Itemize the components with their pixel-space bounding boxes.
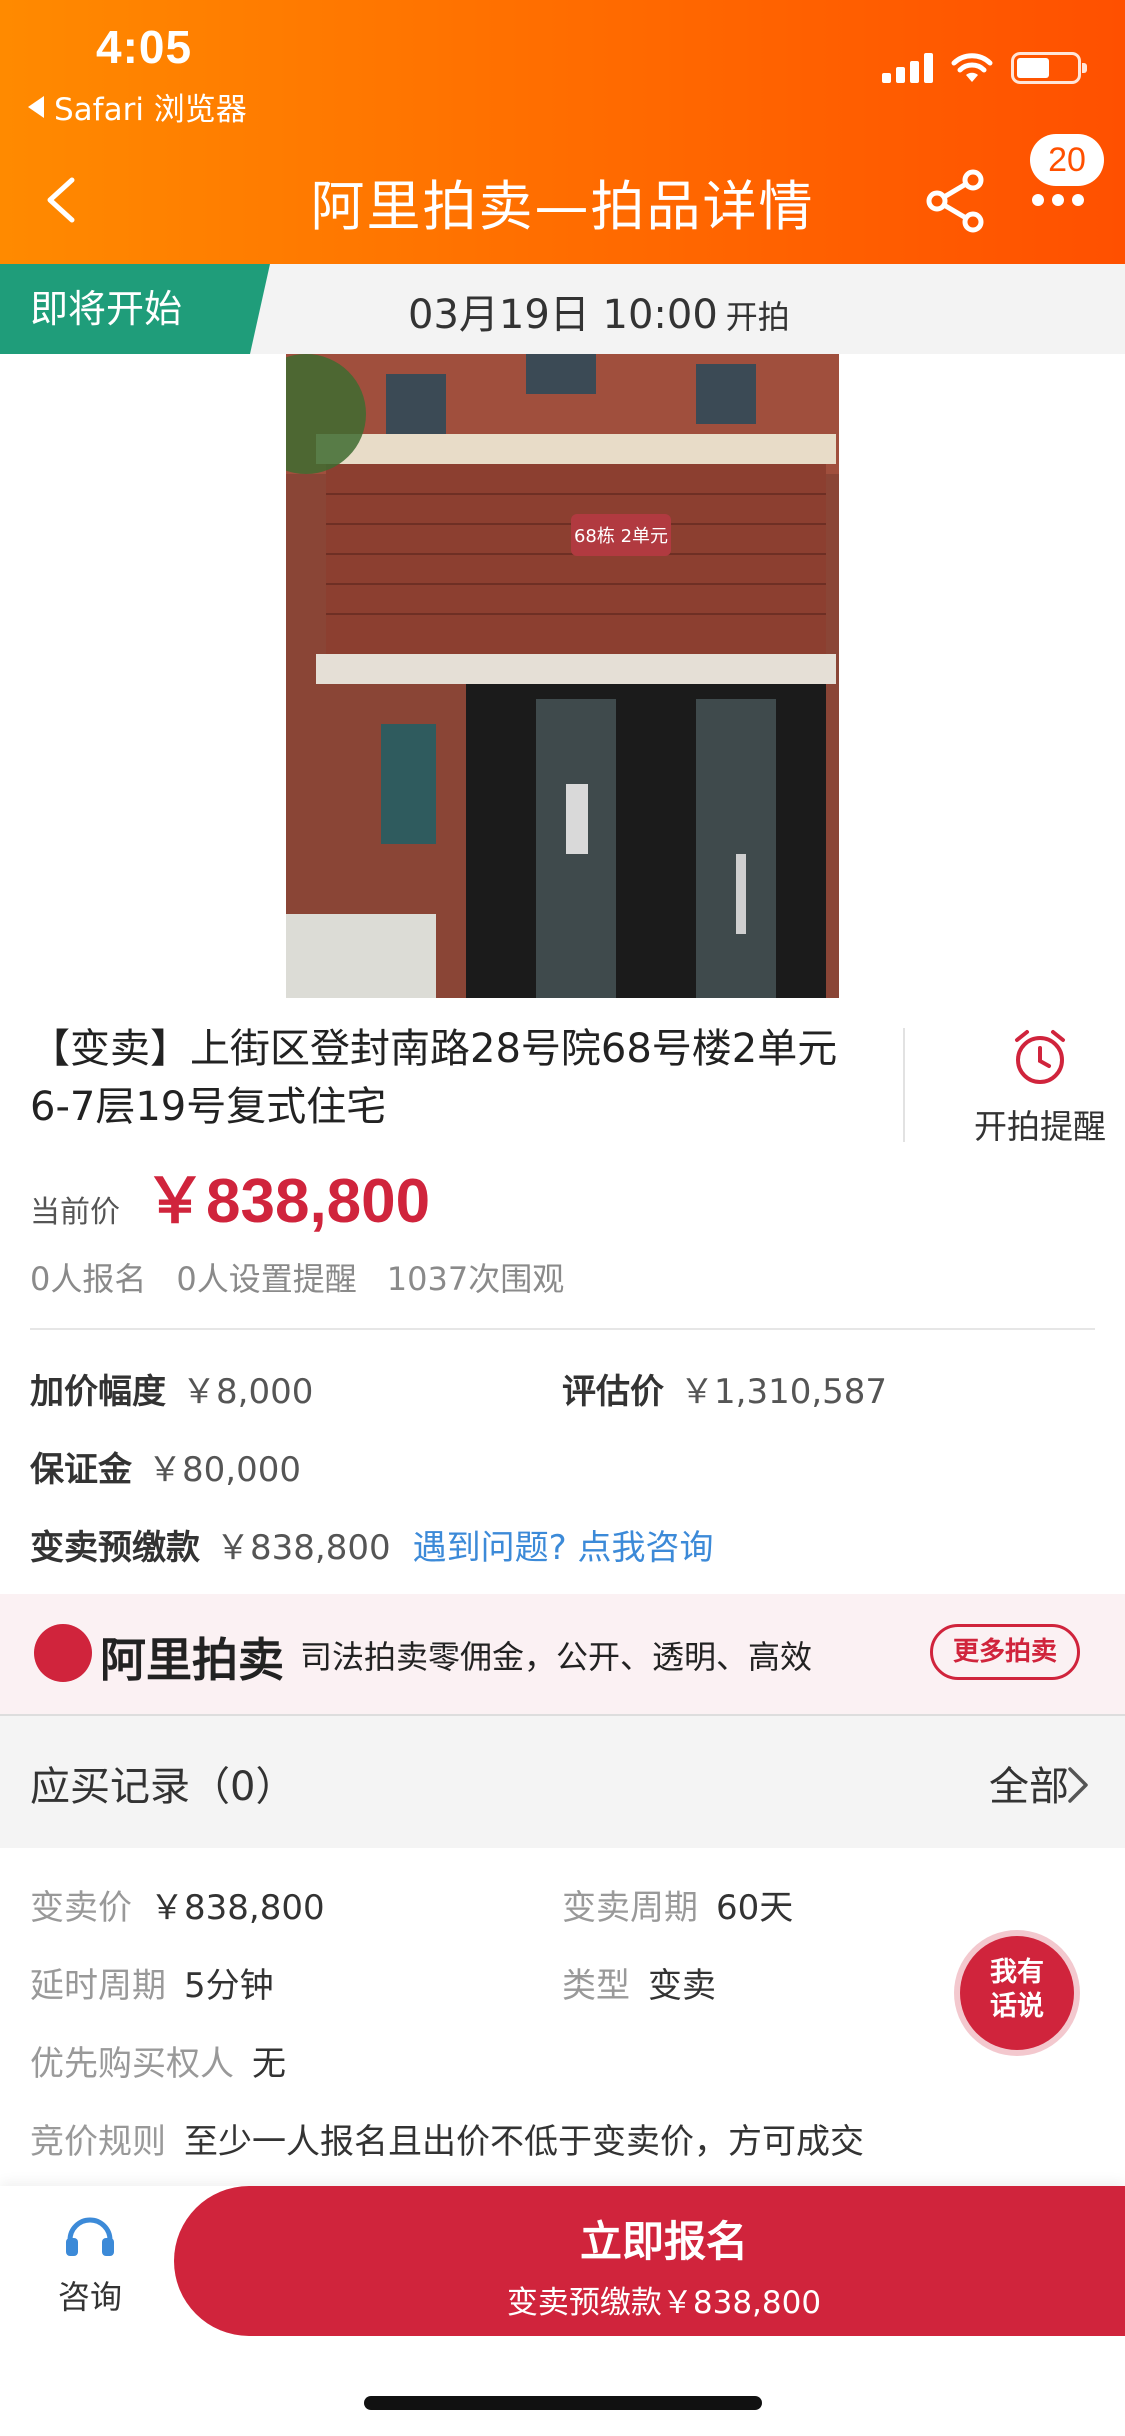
prepay-row: 变卖预缴款 ￥838,800 遇到问题? 点我咨询 [30,1520,713,1569]
start-time: 03月19日 10:00 开拍 [408,282,790,340]
sale-price-row: 变卖价 ￥838,800 [30,1880,325,1929]
appraisal-label: 评估价 [562,1372,664,1412]
feedback-line2: 话说 [990,1991,1044,2022]
start-time-value: 03月19日 10:00 [408,292,718,338]
view-all-link[interactable]: 全部 [989,1754,1069,1812]
delay-value: 5分钟 [184,1966,274,2006]
wifi-icon [951,53,993,82]
start-reminder-button[interactable]: 开拍提醒 [960,1026,1120,1148]
auction-status-bar: 即将开始 03月19日 10:00 开拍 [0,264,1125,354]
signup-count: 0人报名 [30,1260,147,1298]
type-value: 变卖 [648,1966,716,2006]
feedback-floating-button[interactable]: 我有 话说 [960,1936,1074,2050]
sale-price-label: 变卖价 [30,1888,132,1928]
increment-value: ￥8,000 [182,1372,314,1412]
more-auctions-button[interactable]: 更多拍卖 [930,1624,1080,1680]
current-price-label: 当前价 [30,1195,120,1230]
nav-bar: 阿里拍卖—拍品详情 [0,140,1125,260]
status-icons [882,52,1087,84]
priority-row: 优先购买权人无 [30,2036,286,2085]
bid-records-label: 应买记录（0） [30,1764,296,1810]
sale-period-row: 变卖周期 60天 [562,1880,793,1929]
sign-up-label: 立即报名 [579,2217,748,2266]
current-price: 当前价 ￥838,800 [30,1150,430,1240]
current-price-value: ￥838,800 [144,1167,431,1236]
more-options-icon[interactable] [1030,190,1086,210]
sign-up-deposit: 变卖预缴款￥838,800 [506,2285,822,2321]
building-image: 68栋 2单元 [286,354,839,998]
appraisal-row: 评估价 ￥1,310,587 [562,1364,887,1413]
reminder-label: 开拍提醒 [974,1107,1106,1146]
bid-rule-label: 竞价规则 [30,2122,166,2162]
sale-period-label: 变卖周期 [562,1888,698,1928]
svg-text:68栋 2单元: 68栋 2单元 [574,526,668,547]
home-indicator [364,2396,762,2410]
divider [30,1328,1095,1330]
consult-button[interactable]: 咨询 [30,2210,150,2318]
item-photo[interactable]: 68栋 2单元 [286,354,839,998]
bid-rule-value: 至少一人报名且出价不低于变卖价，方可成交 [184,2122,864,2162]
deposit-row: 保证金 ￥80,000 [30,1442,301,1491]
sale-period-value: 60天 [716,1888,794,1928]
delay-label: 延时周期 [30,1966,166,2006]
message-count-badge: 20 [1030,134,1104,186]
priority-value: 无 [252,2044,286,2084]
consult-label: 咨询 [57,2278,122,2316]
bid-rule-row: 竞价规则 至少一人报名且出价不低于变卖价，方可成交 [30,2114,864,2163]
deposit-label: 保证金 [30,1450,132,1490]
back-triangle-icon [28,95,44,118]
prepay-label: 变卖预缴款 [30,1528,200,1568]
item-stats: 0人报名 0人设置提醒 1037次围观 [30,1254,564,1300]
status-time: 4:05 [96,21,193,73]
battery-icon [1011,52,1087,84]
back-app-label: Safari 浏览器 [54,92,247,128]
logo-text: 阿里拍卖 [100,1633,284,1687]
delay-row: 延时周期 5分钟 [30,1958,274,2007]
increment-label: 加价幅度 [30,1372,166,1412]
item-title: 【变卖】上街区登封南路28号院68号楼2单元6-7层19号复式住宅 [30,1026,838,1130]
help-consult-link[interactable]: 遇到问题? 点我咨询 [413,1528,714,1568]
feedback-line1: 我有 [990,1957,1044,1988]
header-bar: 4:05 Safari 浏览器 阿里拍卖—拍品详情 20 [0,0,1125,264]
appraisal-value: ￥1,310,587 [680,1372,888,1412]
type-label: 类型 [562,1966,630,2006]
bid-records-row[interactable]: 应买记录（0） 全部 [0,1716,1125,1848]
ali-auction-logo-icon [34,1624,92,1682]
banner-slogan: 司法拍卖零佣金，公开、透明、高效 [300,1638,813,1676]
sale-price-value: ￥838,800 [150,1888,325,1928]
start-time-suffix: 开拍 [725,298,790,336]
back-to-safari-link[interactable]: Safari 浏览器 [28,84,247,129]
priority-label: 优先购买权人 [30,2044,234,2084]
cellular-signal-icon [882,53,933,83]
type-row: 类型 变卖 [562,1958,716,2007]
prepay-value: ￥838,800 [216,1528,391,1568]
reminder-count: 0人设置提醒 [176,1260,357,1298]
divider [903,1028,905,1142]
share-icon[interactable] [925,168,987,234]
alarm-clock-icon [1015,1030,1065,1084]
sign-up-button[interactable]: 立即报名 变卖预缴款￥838,800 [174,2186,1125,2336]
headset-icon [66,2217,114,2256]
deposit-value: ￥80,000 [148,1450,301,1490]
ali-auction-banner: 阿里拍卖 司法拍卖零佣金，公开、透明、高效 更多拍卖 [0,1594,1125,1714]
chevron-right-icon [1068,1767,1088,1803]
view-count: 1037次围观 [386,1260,565,1298]
status-tag: 即将开始 [0,264,270,354]
increment-row: 加价幅度 ￥8,000 [30,1364,313,1413]
